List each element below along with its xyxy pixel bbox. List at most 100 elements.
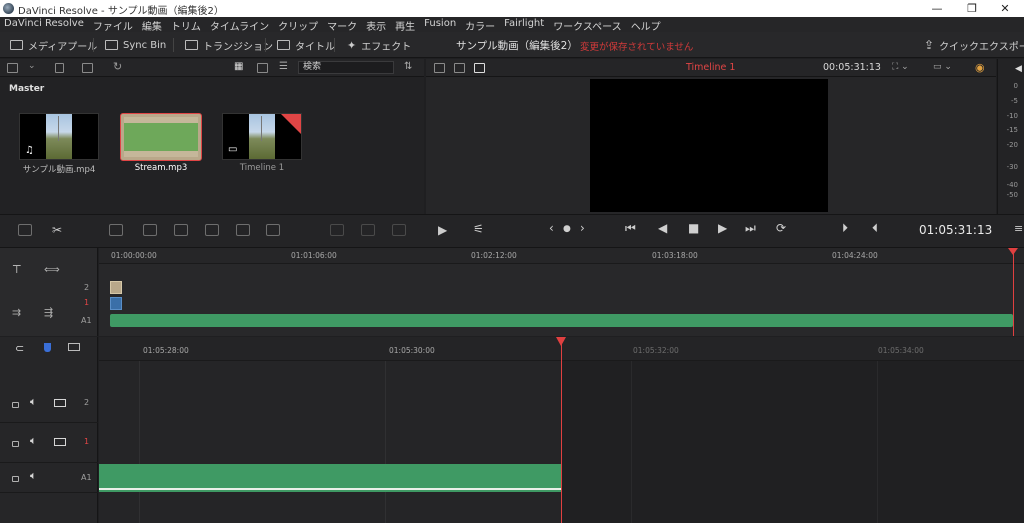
- marker-icon[interactable]: [68, 343, 80, 351]
- viewer-options-icon[interactable]: ▭ ⌄: [933, 62, 952, 72]
- smart-bin-icon[interactable]: [82, 63, 93, 73]
- maximize-button[interactable]: ❐: [957, 1, 987, 16]
- overview-clip-a1[interactable]: [110, 314, 1013, 327]
- panel-toggle-icon[interactable]: [7, 63, 18, 73]
- zoom-fit-icon[interactable]: ⛶ ⌄: [892, 62, 909, 72]
- search-input[interactable]: 検索: [298, 61, 394, 74]
- menu-item[interactable]: ワークスペース: [553, 18, 622, 33]
- timeline-frame: [249, 114, 275, 159]
- media-pool-button[interactable]: メディアプール: [10, 37, 97, 53]
- track-number-active: 1: [84, 437, 90, 446]
- speaker-icon[interactable]: 🔈︎: [30, 434, 37, 448]
- menu-item[interactable]: 再生: [395, 18, 415, 33]
- next-edit-icon[interactable]: ⏵: [842, 221, 848, 236]
- append-icon[interactable]: [109, 224, 123, 236]
- flag-icon[interactable]: [44, 343, 51, 352]
- menu-item[interactable]: DaVinci Resolve: [4, 18, 84, 33]
- track-tool-icon[interactable]: ⇉: [12, 306, 21, 319]
- snap-magnet-icon[interactable]: ⊂: [15, 342, 24, 355]
- insert-icon[interactable]: [266, 224, 280, 236]
- timeline-frame-detail: [261, 116, 262, 141]
- overview-ruler[interactable]: 01:00:00:00 01:01:06:00 01:02:12:00 01:0…: [99, 248, 1024, 264]
- source-viewer-icon[interactable]: [434, 63, 445, 73]
- chevron-down-icon[interactable]: ⌄: [28, 61, 36, 71]
- play-icon[interactable]: ▶: [718, 221, 727, 235]
- filmstrip-view-icon[interactable]: [257, 63, 268, 73]
- grid-view-icon[interactable]: ▦: [234, 61, 243, 72]
- track-header-v1: 🔈︎ 1: [0, 423, 98, 463]
- scissors-icon[interactable]: ✂: [52, 223, 62, 237]
- monitor-icon[interactable]: [54, 438, 66, 446]
- overview-clip-v1[interactable]: [110, 297, 122, 310]
- place-on-top-icon[interactable]: [205, 224, 219, 236]
- effects-button[interactable]: ✦ エフェクト: [347, 37, 411, 53]
- smart-insert-icon[interactable]: [18, 224, 32, 236]
- jog-right-icon[interactable]: ›: [580, 221, 585, 235]
- track-height-icon[interactable]: ⊤: [12, 263, 22, 276]
- toolbar-divider: [265, 38, 266, 52]
- speaker-icon[interactable]: 🔈︎: [30, 469, 37, 483]
- grid-line: [385, 361, 386, 523]
- menu-item[interactable]: ヘルプ: [631, 18, 661, 33]
- menu-item[interactable]: トリム: [171, 18, 201, 33]
- quick-export-button[interactable]: ⇪ クイックエクスポート: [924, 37, 1024, 53]
- new-bin-icon[interactable]: [55, 63, 64, 73]
- clip-thumbnail-video[interactable]: ♫: [19, 113, 99, 160]
- lock-icon[interactable]: [12, 402, 19, 408]
- grid-line: [631, 361, 632, 523]
- meter-label: -20: [1006, 141, 1018, 149]
- overview-clip-v2[interactable]: [110, 281, 122, 294]
- playback-mode-icon[interactable]: ▶: [438, 223, 447, 237]
- speaker-icon[interactable]: 🔈︎: [30, 395, 37, 409]
- track-tool-2-icon[interactable]: ⇶: [44, 306, 53, 319]
- timeline-viewer-icon[interactable]: [474, 63, 485, 73]
- titles-button[interactable]: タイトル: [277, 37, 335, 53]
- source-overwrite-icon[interactable]: [236, 224, 250, 236]
- minimize-button[interactable]: —: [922, 1, 952, 16]
- audio-note-icon: ♫: [25, 145, 34, 156]
- loop-icon[interactable]: ⟳: [776, 221, 786, 235]
- menu-item[interactable]: ファイル: [93, 18, 133, 33]
- list-view-icon[interactable]: ☰: [279, 61, 288, 72]
- menu-item[interactable]: 表示: [366, 18, 386, 33]
- stop-icon[interactable]: ■: [688, 221, 699, 235]
- unsaved-notice: 変更が保存されていません: [580, 42, 694, 53]
- clip-thumbnail-timeline[interactable]: ▭: [222, 113, 302, 160]
- reverse-play-icon[interactable]: ◀: [658, 221, 667, 235]
- menu-item[interactable]: マーク: [327, 18, 357, 33]
- menu-item[interactable]: タイムライン: [210, 18, 269, 33]
- disabled-tool-icon: [361, 224, 375, 236]
- jog-left-icon[interactable]: ‹: [549, 221, 554, 235]
- sync-icon[interactable]: ↻: [113, 60, 122, 73]
- clip-thumbnail-audio[interactable]: [120, 113, 202, 161]
- menu-item[interactable]: クリップ: [278, 18, 318, 33]
- more-options-icon[interactable]: ≡: [1014, 222, 1023, 235]
- video-frame: [46, 114, 72, 159]
- clip-viewer-icon[interactable]: [454, 63, 465, 73]
- lock-icon[interactable]: [12, 476, 19, 482]
- jog-dot-icon[interactable]: ●: [563, 224, 571, 234]
- speaker-icon[interactable]: ◀: [1015, 64, 1022, 74]
- sync-bin-button[interactable]: Sync Bin: [105, 37, 166, 53]
- color-wheel-icon[interactable]: ◉: [975, 61, 985, 74]
- disabled-tool-icon: [330, 224, 344, 236]
- viewer-screen[interactable]: [590, 79, 828, 212]
- sort-icon[interactable]: ⇅: [404, 61, 412, 72]
- zoom-full-icon[interactable]: ⟺: [44, 263, 60, 276]
- close-button[interactable]: ✕: [990, 1, 1020, 16]
- menu-item[interactable]: Fusion: [424, 18, 456, 33]
- transitions-button[interactable]: トランジション: [185, 37, 273, 53]
- previous-edit-icon[interactable]: ⏴: [872, 221, 878, 236]
- ripple-overwrite-icon[interactable]: [143, 224, 157, 236]
- lock-icon[interactable]: [12, 441, 19, 447]
- menu-item[interactable]: 編集: [142, 18, 162, 33]
- menu-item[interactable]: Fairlight: [504, 18, 544, 33]
- go-to-start-icon[interactable]: ⏮: [625, 221, 636, 236]
- transitions-icon: [185, 40, 198, 50]
- menu-item[interactable]: カラー: [465, 18, 495, 33]
- audio-settings-icon[interactable]: ⚟: [473, 222, 484, 236]
- go-to-end-icon[interactable]: ⏭: [745, 221, 756, 236]
- close-up-icon[interactable]: [174, 224, 188, 236]
- audio-clip-a1[interactable]: [99, 464, 561, 492]
- monitor-icon[interactable]: [54, 399, 66, 407]
